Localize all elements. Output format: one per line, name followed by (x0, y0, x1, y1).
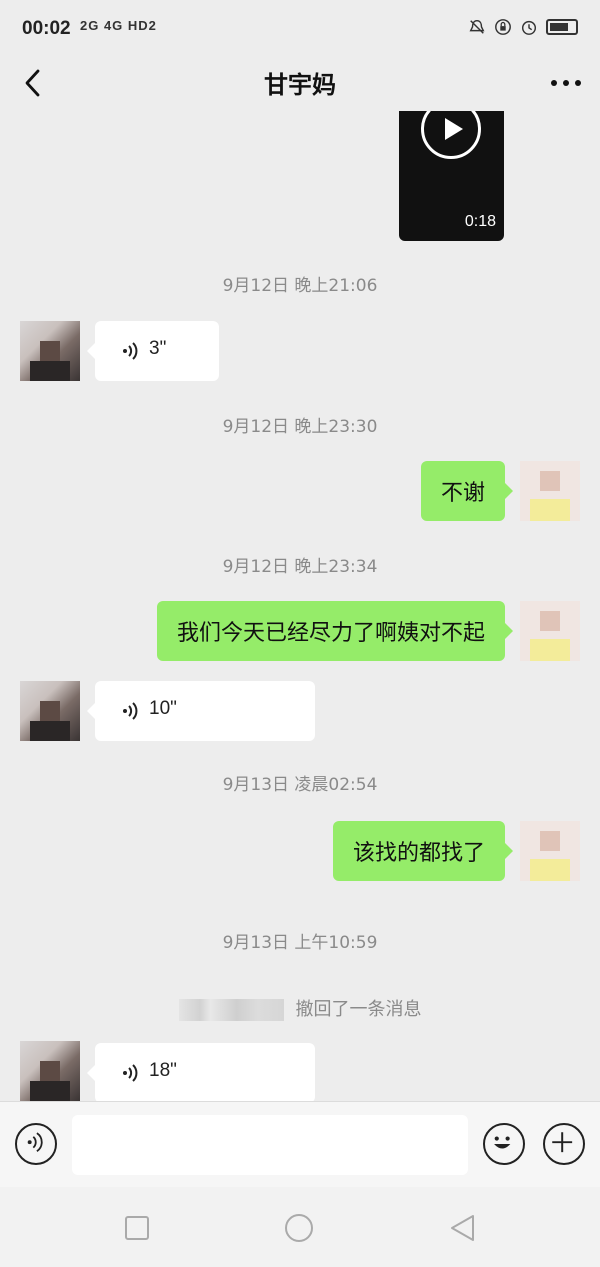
voice-wave-icon (123, 1064, 138, 1082)
input-bar (0, 1101, 600, 1187)
voice-message[interactable]: 10" (87, 681, 315, 741)
message-input[interactable] (72, 1115, 468, 1175)
voice-duration: 18" (149, 1060, 177, 1081)
timestamp: 9月12日 晚上23:30 (222, 417, 378, 437)
more-actions-button[interactable] (543, 1123, 585, 1165)
voice-mode-button[interactable] (15, 1123, 57, 1165)
avatar[interactable] (20, 681, 80, 741)
recall-notice: 撤回了一条消息 (0, 995, 600, 1021)
avatar[interactable] (520, 601, 580, 661)
timestamp: 9月12日 晚上23:34 (222, 557, 378, 577)
battery-icon (546, 19, 578, 35)
video-duration: 0:18 (464, 213, 496, 230)
voice-message[interactable]: 18" (87, 1043, 315, 1101)
message-list[interactable]: 0:18 9月12日 晚上21:06 3" 9月12日 晚上23:30 不谢 9… (0, 111, 600, 1101)
network-signal-indicator: 2G 4G HD2 (80, 18, 157, 33)
play-icon (421, 111, 481, 159)
back-triangle-icon[interactable] (447, 1213, 477, 1243)
recall-text: 撤回了一条消息 (295, 999, 422, 1020)
status-bar: 00:02 2G 4G HD2 (0, 0, 600, 60)
system-nav-bar (0, 1187, 600, 1267)
plus-icon (552, 1132, 573, 1153)
avatar[interactable] (20, 1041, 80, 1101)
voice-duration: 10" (149, 698, 177, 719)
avatar[interactable] (520, 821, 580, 881)
video-message[interactable]: 0:18 (399, 111, 504, 241)
voice-wave-icon (123, 342, 138, 360)
voice-message[interactable]: 3" (87, 321, 219, 381)
chat-title: 甘宇妈 (264, 71, 336, 99)
recent-apps-icon[interactable] (122, 1213, 152, 1243)
avatar[interactable] (20, 321, 80, 381)
more-dots-icon[interactable] (546, 65, 586, 101)
emoji-icon (494, 1136, 511, 1149)
timestamp: 9月13日 凌晨02:54 (222, 775, 378, 795)
voice-mode-icon (27, 1132, 43, 1152)
avatar[interactable] (520, 461, 580, 521)
home-icon[interactable] (284, 1213, 314, 1243)
alarm-icon (521, 20, 537, 35)
lock-rotation-icon (495, 19, 511, 35)
outgoing-message[interactable]: 我们今天已经尽力了啊姨对不起 (156, 601, 514, 661)
chat-header: 甘宇妈 (0, 55, 600, 111)
emoji-button[interactable] (483, 1123, 525, 1165)
timestamp: 9月12日 晚上21:06 (222, 276, 378, 296)
blurred-name (178, 999, 284, 1021)
voice-duration: 3" (149, 338, 167, 359)
status-time: 00:02 (22, 18, 71, 39)
mute-bell-icon (469, 19, 485, 34)
voice-wave-icon (123, 702, 138, 720)
outgoing-message[interactable]: 该找的都找了 (332, 821, 514, 881)
outgoing-message[interactable]: 不谢 (420, 461, 514, 521)
status-icons (468, 18, 578, 36)
timestamp: 9月13日 上午10:59 (222, 933, 378, 953)
